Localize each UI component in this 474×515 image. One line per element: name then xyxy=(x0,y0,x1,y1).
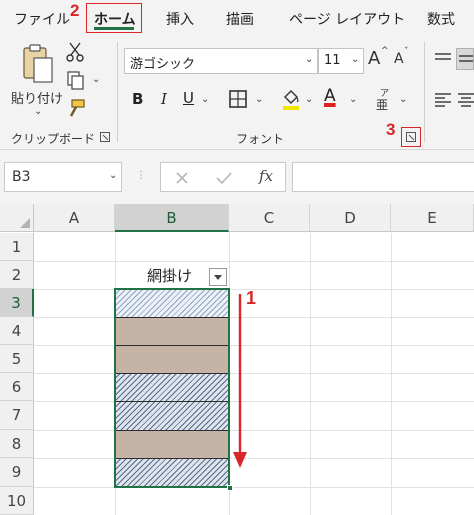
name-box-chevron-icon[interactable]: ⌄ xyxy=(109,170,117,181)
grow-font-button[interactable]: A xyxy=(368,48,380,69)
worksheet-grid: A B C D E 1 2 3 4 5 6 7 8 9 10 網掛け 1 xyxy=(0,204,474,515)
tab-formulas[interactable]: 数式 xyxy=(427,9,455,29)
filter-dropdown-button[interactable] xyxy=(209,268,227,286)
align-center-icon[interactable] xyxy=(458,92,474,108)
row-header-6[interactable]: 6 xyxy=(0,373,34,401)
gridline xyxy=(34,430,474,431)
italic-button[interactable]: I xyxy=(161,90,167,108)
fill-color-icon[interactable] xyxy=(281,87,301,111)
align-top-icon[interactable] xyxy=(434,52,452,66)
underline-chevron-icon[interactable]: ⌄ xyxy=(201,94,209,105)
shrink-font-button[interactable]: A xyxy=(394,51,404,67)
row-header-1[interactable]: 1 xyxy=(0,233,34,261)
format-painter-icon[interactable] xyxy=(66,98,86,118)
name-box-value: B3 xyxy=(12,169,31,185)
row-header-7[interactable]: 7 xyxy=(0,401,34,430)
gridline xyxy=(34,345,474,346)
underline-button[interactable]: U xyxy=(183,89,194,107)
border-icon[interactable] xyxy=(229,90,247,108)
group-separator xyxy=(117,42,118,142)
column-header-e[interactable]: E xyxy=(391,204,474,232)
tab-page-layout[interactable]: ページ レイアウト xyxy=(289,9,405,29)
shrink-font-arrow-icon: ˇ xyxy=(404,47,409,57)
row-header-9[interactable]: 9 xyxy=(0,458,34,487)
formula-bar: B3 ⌄ ⋮ fx xyxy=(0,150,474,204)
cancel-icon[interactable] xyxy=(175,171,189,185)
gridline xyxy=(391,233,392,515)
arrow-down-icon xyxy=(233,294,247,468)
selection-range-border xyxy=(114,288,230,488)
gridline xyxy=(34,401,474,402)
column-header-c[interactable]: C xyxy=(229,204,310,232)
row-header-5[interactable]: 5 xyxy=(0,345,34,373)
tab-insert[interactable]: 挿入 xyxy=(166,9,194,29)
enter-icon[interactable] xyxy=(216,171,232,185)
gridline xyxy=(310,233,311,515)
copy-dropdown-chevron-icon[interactable]: ⌄ xyxy=(92,74,100,85)
bold-button[interactable]: B xyxy=(132,90,143,108)
row-header-3[interactable]: 3 xyxy=(0,289,34,317)
column-header-b[interactable]: B xyxy=(115,204,229,232)
clipboard-group-label: クリップボード xyxy=(11,132,96,146)
cut-icon[interactable] xyxy=(66,42,84,62)
font-group-label: フォント xyxy=(236,132,285,146)
column-header-a[interactable]: A xyxy=(34,204,115,232)
font-color-chevron-icon[interactable]: ⌄ xyxy=(349,94,357,105)
gridline xyxy=(34,261,474,262)
align-middle-icon[interactable] xyxy=(456,48,474,70)
formula-input[interactable] xyxy=(292,162,474,192)
font-name-chevron-icon[interactable]: ⌄ xyxy=(305,54,313,65)
font-size-value: 11 xyxy=(324,53,341,68)
grow-font-arrow-icon: ^ xyxy=(381,46,389,56)
font-dialog-launcher-highlight xyxy=(401,127,421,147)
font-size-chevron-icon[interactable]: ⌄ xyxy=(351,54,359,65)
filter-arrow-icon xyxy=(214,275,222,280)
font-size-combo[interactable]: 11 ⌄ xyxy=(318,48,364,74)
copy-icon[interactable] xyxy=(66,70,86,90)
step-1-marker: 1 xyxy=(246,288,257,308)
row-header-4[interactable]: 4 xyxy=(0,317,34,345)
step-2-marker: 2 xyxy=(70,1,80,20)
border-chevron-icon[interactable]: ⌄ xyxy=(255,94,263,105)
gridline xyxy=(34,487,474,488)
column-header-d[interactable]: D xyxy=(310,204,391,232)
select-all-triangle-icon xyxy=(20,218,30,228)
paste-dropdown-chevron-icon[interactable]: ⌄ xyxy=(34,106,42,117)
cell-b2-value[interactable]: 網掛け xyxy=(147,265,192,286)
tab-file[interactable]: ファイル xyxy=(14,9,70,29)
formula-bar-buttons: fx xyxy=(160,162,286,192)
gridline xyxy=(34,458,474,459)
row-header-10[interactable]: 10 xyxy=(0,487,34,515)
tab-draw[interactable]: 描画 xyxy=(226,9,254,29)
step-3-marker: 3 xyxy=(386,120,396,139)
formula-bar-grip-icon[interactable]: ⋮ xyxy=(136,170,146,181)
font-name-combo[interactable]: 游ゴシック ⌄ xyxy=(124,48,318,74)
name-box[interactable]: B3 ⌄ xyxy=(4,162,122,192)
font-name-value: 游ゴシック xyxy=(130,57,196,72)
row-header-8[interactable]: 8 xyxy=(0,430,34,458)
home-tab-highlight xyxy=(86,3,142,33)
gridline xyxy=(34,373,474,374)
select-all-corner[interactable] xyxy=(0,204,34,232)
align-left-icon[interactable] xyxy=(434,92,452,108)
phonetic-chevron-icon[interactable]: ⌄ xyxy=(399,94,407,105)
fill-handle[interactable] xyxy=(227,485,233,491)
insert-function-button[interactable]: fx xyxy=(259,167,273,185)
font-color-button[interactable]: A xyxy=(324,86,336,106)
fill-color-chevron-icon[interactable]: ⌄ xyxy=(305,94,313,105)
row-header-2[interactable]: 2 xyxy=(0,261,34,289)
gridline xyxy=(34,317,474,318)
paste-icon[interactable] xyxy=(20,42,56,86)
clipboard-dialog-launcher-icon[interactable] xyxy=(100,132,110,142)
phonetic-bottom-label[interactable]: 亜 xyxy=(376,96,388,113)
paste-label[interactable]: 貼り付け xyxy=(11,88,63,107)
group-separator xyxy=(424,42,425,142)
